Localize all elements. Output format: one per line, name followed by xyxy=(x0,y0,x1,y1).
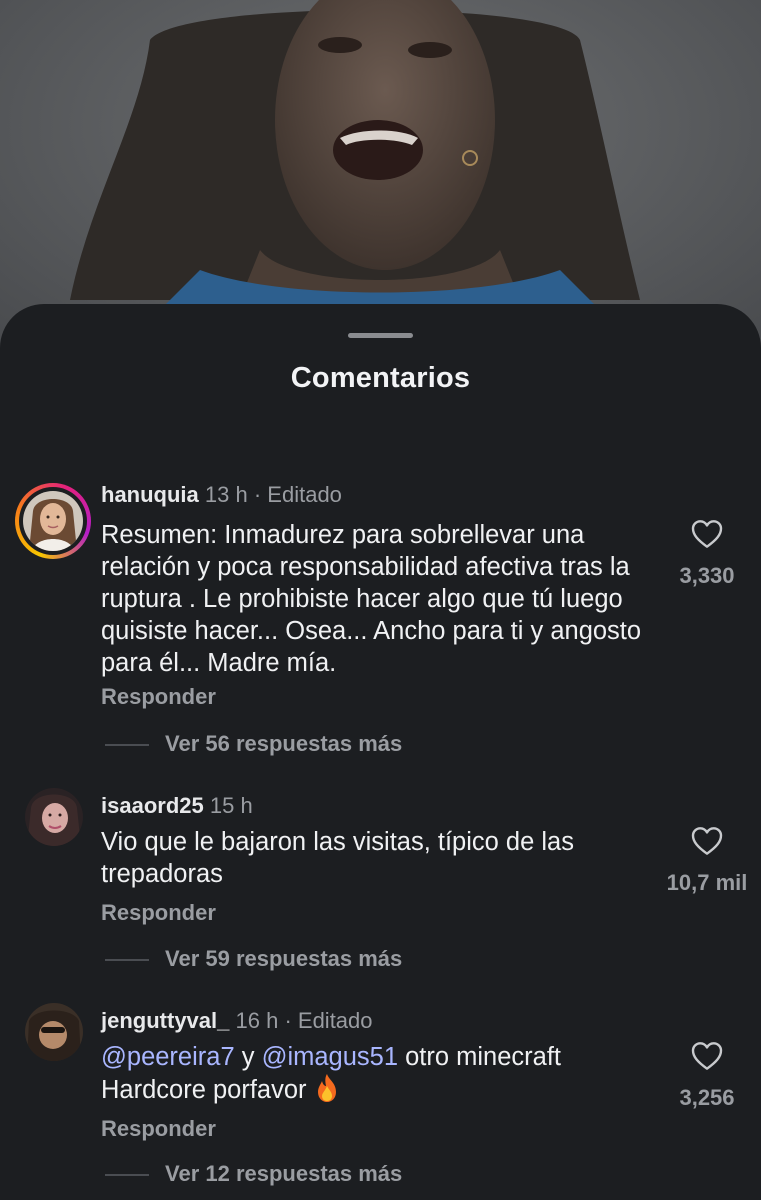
view-replies-label: Ver 12 respuestas más xyxy=(165,1161,403,1186)
comment-time: 13 h xyxy=(204,482,248,507)
replies-divider-line xyxy=(105,1174,149,1177)
drag-handle[interactable] xyxy=(348,333,413,338)
comment-meta: isaaord25 15 h xyxy=(101,793,253,819)
replies-divider-line xyxy=(105,744,149,747)
screen: Comentarios hanuquia 13 h · Editado Resu… xyxy=(0,0,761,1200)
comment-text: Resumen: Inmadurez para sobrellevar una … xyxy=(101,521,642,677)
comment-username[interactable]: isaaord25 xyxy=(101,793,204,818)
comment-text-connector: y xyxy=(241,1043,255,1071)
replies-divider-line xyxy=(105,959,149,962)
like-count: 3,256 xyxy=(679,1085,735,1110)
like-area: 3,256 xyxy=(647,1041,761,1111)
comment-edited-label: · Editado xyxy=(284,1008,373,1033)
view-replies-label: Ver 56 respuestas más xyxy=(165,731,403,756)
comment-text: Vio que le bajaron las visitas, típico d… xyxy=(101,828,574,888)
avatar-story-ring[interactable] xyxy=(15,483,91,559)
heart-outline-icon[interactable] xyxy=(691,1041,723,1071)
reply-button[interactable]: Responder xyxy=(101,684,216,710)
fire-emoji xyxy=(317,1074,336,1102)
like-count: 10,7 mil xyxy=(666,870,748,895)
reply-button[interactable]: Responder xyxy=(101,900,216,926)
sheet-title: Comentarios xyxy=(290,362,471,394)
heart-outline-icon[interactable] xyxy=(691,826,723,856)
avatar[interactable] xyxy=(25,1003,83,1061)
mention-link[interactable]: @imagus51 xyxy=(262,1043,398,1071)
comments-sheet: Comentarios hanuquia 13 h · Editado Resu… xyxy=(0,304,761,1200)
comment-meta: hanuquia 13 h · Editado xyxy=(101,482,342,508)
comment-time: 16 h xyxy=(235,1008,279,1033)
like-count: 3,330 xyxy=(679,563,735,588)
comment-text: @peereira7 y @imagus51 otro minecraft Ha… xyxy=(101,1041,661,1106)
avatar[interactable] xyxy=(25,788,83,846)
comment-meta: jenguttyval_ 16 h · Editado xyxy=(101,1008,373,1034)
comment-username[interactable]: jenguttyval_ xyxy=(101,1008,229,1033)
like-area: 3,330 xyxy=(647,519,761,589)
view-replies-button[interactable]: Ver 59 respuestas más xyxy=(105,946,402,972)
avatar xyxy=(23,491,83,551)
view-replies-button[interactable]: Ver 12 respuestas más xyxy=(105,1161,402,1187)
comment-edited-label: · Editado xyxy=(253,482,342,507)
view-replies-button[interactable]: Ver 56 respuestas más xyxy=(105,731,402,757)
reply-button[interactable]: Responder xyxy=(101,1116,216,1142)
like-area: 10,7 mil xyxy=(647,826,761,896)
comment-time: 15 h xyxy=(209,793,253,818)
mention-link[interactable]: @peereira7 xyxy=(101,1043,235,1071)
view-replies-label: Ver 59 respuestas más xyxy=(165,946,403,971)
comment-username[interactable]: hanuquia xyxy=(101,482,199,507)
heart-outline-icon[interactable] xyxy=(691,519,723,549)
